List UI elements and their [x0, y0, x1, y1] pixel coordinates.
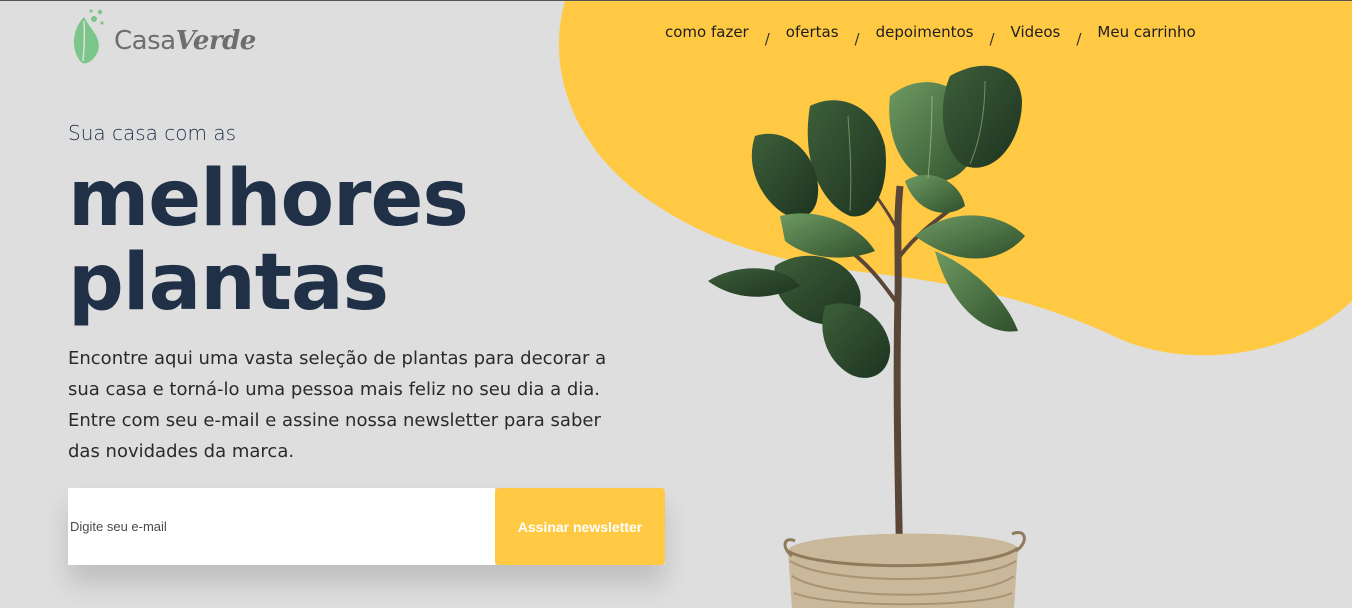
nav-separator: / — [989, 30, 995, 48]
hero-description: Encontre aqui uma vasta seleção de plant… — [68, 348, 607, 462]
nav-link-videos[interactable]: Videos — [1011, 23, 1061, 41]
nav-link-como-fazer[interactable]: como fazer — [665, 23, 749, 41]
newsletter-form: Assinar newsletter — [68, 488, 665, 565]
brand-name-casa: Casa — [114, 26, 176, 56]
nav-link-depoimentos[interactable]: depoimentos — [876, 23, 974, 41]
hero-title-line1: melhores — [68, 154, 469, 244]
hero-title: melhores plantas — [68, 157, 628, 325]
logo[interactable]: CasaVerde — [72, 7, 256, 65]
hero-kicker: Sua casa com as — [68, 121, 237, 145]
leaf-logo-icon — [73, 9, 104, 64]
brand-name-verde: Verde — [175, 26, 257, 56]
nav-link-meu-carrinho[interactable]: Meu carrinho — [1097, 23, 1195, 41]
nav-separator: / — [854, 30, 860, 48]
nav-separator: / — [1076, 30, 1082, 48]
hero-title-line2: plantas — [68, 238, 389, 328]
email-input[interactable] — [68, 488, 495, 565]
hero-section: Sua casa com as melhores plantas Encontre… — [68, 121, 628, 467]
brand-name: CasaVerde — [114, 26, 256, 56]
subscribe-newsletter-button[interactable]: Assinar newsletter — [495, 488, 665, 565]
nav-link-ofertas[interactable]: ofertas — [786, 23, 839, 41]
nav-separator: / — [764, 30, 770, 48]
main-nav: como fazer / ofertas / depoimentos / Vid… — [665, 19, 1196, 48]
plant-image — [708, 65, 1026, 608]
